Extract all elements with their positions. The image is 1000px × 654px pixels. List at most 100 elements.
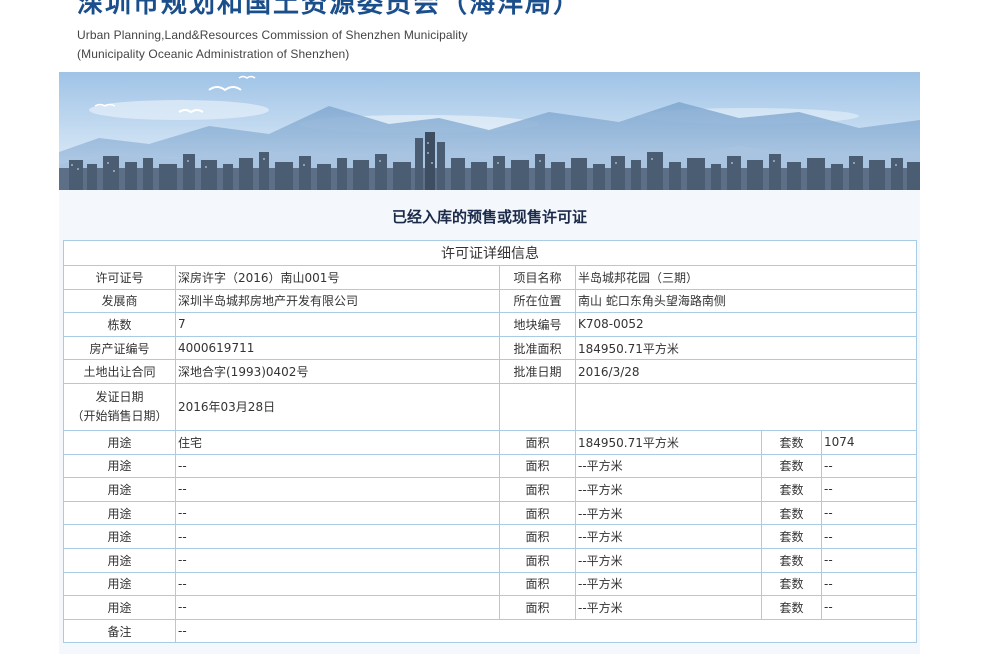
permit-detail-table: 许可证详细信息 许可证号 深房许字（2016）南山001号 项目名称 半岛城邦花… — [62, 240, 918, 644]
project-name-value: 半岛城邦花园（三期） — [574, 265, 918, 290]
area-label: 面积 — [499, 524, 576, 549]
page-heading: 已经入库的预售或现售许可证 — [391, 208, 587, 226]
usage-row: 用途 -- 面积 --平方米 套数 -- — [63, 595, 918, 620]
developer-label: 发展商 — [63, 288, 176, 314]
developer-value: 深圳半岛城邦房地产开发有限公司 — [175, 288, 500, 314]
units-label: 套数 — [761, 595, 822, 620]
parcel-no-value: K708-0052 — [574, 312, 918, 337]
issue-date-label-line1: 发证日期 — [95, 389, 144, 404]
approval-date-value: 2016/3/28 — [574, 359, 918, 384]
usage-label: 用途 — [63, 547, 176, 573]
usage-label: 用途 — [63, 571, 176, 597]
units-label: 套数 — [761, 524, 822, 549]
empty-cell — [499, 382, 576, 431]
units-label: 套数 — [761, 571, 822, 597]
area-label: 面积 — [499, 500, 576, 526]
usage-label: 用途 — [63, 524, 176, 549]
approval-date-label: 批准日期 — [499, 359, 576, 384]
usage-label: 用途 — [63, 500, 176, 526]
buildings-value: 7 — [175, 312, 500, 337]
land-contract-label: 土地出让合同 — [63, 359, 176, 384]
area-value: --平方米 — [575, 453, 762, 479]
approved-area-value: 184950.71平方米 — [574, 335, 918, 361]
usage-row: 用途 -- 面积 --平方米 套数 -- — [63, 547, 918, 573]
area-label: 面积 — [499, 453, 576, 479]
usage-value: -- — [175, 500, 500, 526]
site-subtitle-en-line1: Urban Planning,Land&Resources Commission… — [77, 28, 468, 42]
units-label: 套数 — [761, 477, 822, 502]
area-value: 184950.71平方米 — [575, 429, 762, 455]
units-label: 套数 — [761, 453, 822, 479]
table-caption: 许可证详细信息 — [62, 240, 918, 266]
units-label: 套数 — [761, 500, 822, 526]
usage-value: -- — [175, 524, 500, 549]
usage-value: -- — [175, 571, 500, 597]
area-value: --平方米 — [575, 500, 762, 526]
area-value: --平方米 — [575, 547, 762, 573]
units-value: -- — [820, 500, 918, 526]
property-cert-value: 4000619711 — [175, 335, 500, 361]
land-contract-value: 深地合字(1993)0402号 — [175, 359, 500, 384]
parcel-no-label: 地块编号 — [499, 312, 576, 337]
usage-row: 用途 -- 面积 --平方米 套数 -- — [63, 453, 918, 479]
units-value: 1074 — [820, 429, 918, 455]
remarks-value: -- — [174, 618, 918, 644]
usage-label: 用途 — [63, 477, 176, 502]
permit-no-value: 深房许字（2016）南山001号 — [175, 265, 500, 290]
area-label: 面积 — [499, 571, 576, 597]
units-label: 套数 — [761, 547, 822, 573]
usage-value: 住宅 — [175, 429, 500, 455]
area-value: --平方米 — [575, 595, 762, 620]
usage-value: -- — [175, 477, 500, 502]
usage-label: 用途 — [63, 595, 176, 620]
units-value: -- — [820, 524, 918, 549]
header-banner-image — [59, 72, 920, 190]
units-value: -- — [820, 571, 918, 597]
usage-value: -- — [175, 453, 500, 479]
table-row: 房产证编号 4000619711 批准面积 184950.71平方米 — [63, 335, 918, 361]
project-name-label: 项目名称 — [499, 265, 576, 290]
units-value: -- — [820, 547, 918, 573]
main-content: 已经入库的预售或现售许可证 许可证详细信息 许可证号 深房许字（2016）南山0… — [59, 190, 920, 654]
location-value: 南山 蛇口东角头望海路南侧 — [574, 288, 918, 314]
table-caption-row: 许可证详细信息 — [62, 240, 918, 266]
empty-cell — [574, 382, 918, 431]
usage-row: 用途 -- 面积 --平方米 套数 -- — [63, 524, 918, 549]
usage-value: -- — [175, 547, 500, 573]
area-label: 面积 — [499, 477, 576, 502]
table-row: 备注 -- — [63, 618, 918, 644]
area-value: --平方米 — [575, 524, 762, 549]
location-label: 所在位置 — [499, 288, 576, 314]
table-row: 发展商 深圳半岛城邦房地产开发有限公司 所在位置 南山 蛇口东角头望海路南侧 — [63, 288, 918, 314]
usage-row: 用途 -- 面积 --平方米 套数 -- — [63, 571, 918, 597]
table-row: 土地出让合同 深地合字(1993)0402号 批准日期 2016/3/28 — [63, 359, 918, 384]
issue-date-label-line2: （开始销售日期） — [71, 408, 168, 423]
site-subtitle-en-line2: (Municipality Oceanic Administration of … — [77, 47, 350, 61]
property-cert-label: 房产证编号 — [63, 335, 176, 361]
site-header: 深圳市规划和国土资源委员会（海洋局） Urban Planning,Land&R… — [75, 0, 975, 72]
approved-area-label: 批准面积 — [499, 335, 576, 361]
site-title: 深圳市规划和国土资源委员会（海洋局） — [77, 0, 582, 19]
usage-row: 用途 住宅 面积 184950.71平方米 套数 1074 — [63, 429, 918, 455]
units-label: 套数 — [761, 429, 822, 455]
issue-date-label: 发证日期 （开始销售日期） — [63, 382, 176, 431]
usage-label: 用途 — [63, 453, 176, 479]
units-value: -- — [820, 595, 918, 620]
area-value: --平方米 — [575, 477, 762, 502]
remarks-label: 备注 — [63, 618, 176, 644]
area-label: 面积 — [499, 429, 576, 455]
usage-row: 用途 -- 面积 --平方米 套数 -- — [63, 500, 918, 526]
issue-date-value: 2016年03月28日 — [175, 382, 500, 431]
area-label: 面积 — [499, 547, 576, 573]
permit-no-label: 许可证号 — [63, 265, 176, 290]
table-row: 发证日期 （开始销售日期） 2016年03月28日 — [63, 382, 918, 431]
usage-value: -- — [175, 595, 500, 620]
units-value: -- — [820, 477, 918, 502]
table-row: 栋数 7 地块编号 K708-0052 — [63, 312, 918, 337]
table-row: 许可证号 深房许字（2016）南山001号 项目名称 半岛城邦花园（三期） — [63, 265, 918, 290]
area-value: --平方米 — [575, 571, 762, 597]
units-value: -- — [820, 453, 918, 479]
usage-label: 用途 — [63, 429, 176, 455]
area-label: 面积 — [499, 595, 576, 620]
buildings-label: 栋数 — [63, 312, 176, 337]
